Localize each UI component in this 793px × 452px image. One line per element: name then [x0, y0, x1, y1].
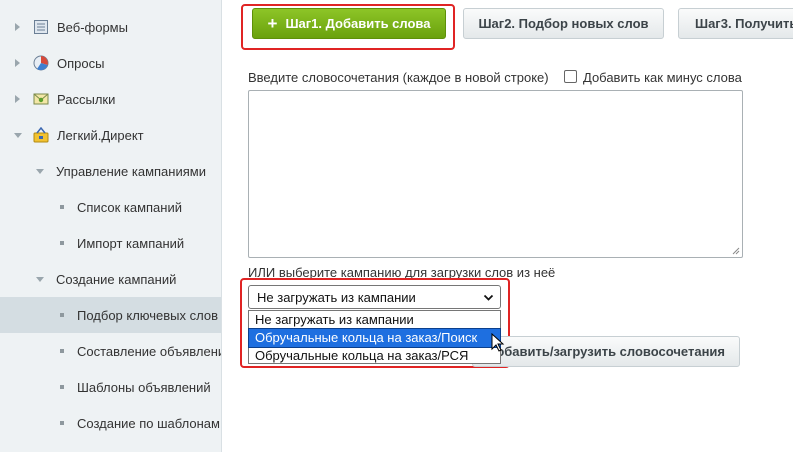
campaign-select[interactable]: Не загружать из кампании: [248, 285, 501, 309]
bullet-icon: [60, 349, 64, 353]
sidebar-item-easy-direct[interactable]: Легкий.Директ: [0, 117, 221, 153]
app-root: Веб-формы Опросы Рассылки Легкий.Директ …: [0, 0, 793, 452]
mouse-cursor-icon: [491, 333, 505, 352]
minus-words-label[interactable]: Добавить как минус слова: [583, 70, 742, 85]
sidebar-item-label: Импорт кампаний: [77, 235, 185, 251]
sidebar-item-label: Подбор ключевых слов: [77, 307, 219, 323]
plus-icon: +: [267, 13, 278, 33]
sidebar-item-label: Опросы: [57, 55, 105, 71]
step2-label: Шаг2. Подбор новых слов: [478, 16, 649, 31]
expand-arrow-icon[interactable]: [15, 95, 20, 103]
main-content: + Шаг1. Добавить слова Шаг2. Подбор новы…: [222, 0, 793, 452]
sidebar-item-polls[interactable]: Опросы: [0, 45, 221, 81]
sidebar-item-campaign-management[interactable]: Управление кампаниями: [0, 153, 221, 189]
step3-label: Шаг3. Получить: [695, 16, 793, 31]
collapse-arrow-icon[interactable]: [36, 169, 44, 174]
mail-icon: [33, 93, 49, 105]
expand-arrow-icon[interactable]: [15, 23, 20, 31]
step1-label: Шаг1. Добавить слова: [285, 16, 431, 31]
sidebar-item-create-from-templates[interactable]: Создание по шаблонам: [0, 405, 221, 441]
sidebar-item-label: Список кампаний: [77, 199, 182, 215]
form-icon: [34, 20, 48, 34]
resize-grip-icon[interactable]: [732, 247, 740, 255]
bullet-icon: [60, 385, 64, 389]
sidebar-item-mailings[interactable]: Рассылки: [0, 81, 221, 117]
bullet-icon: [60, 421, 64, 425]
sidebar-item-label: Легкий.Директ: [57, 127, 144, 143]
step3-get-button[interactable]: Шаг3. Получить: [678, 8, 793, 39]
minus-words-checkbox[interactable]: [564, 70, 577, 83]
collapse-arrow-icon[interactable]: [36, 277, 44, 282]
step1-add-words-button[interactable]: + Шаг1. Добавить слова: [252, 8, 446, 39]
phrases-textarea[interactable]: [248, 90, 743, 258]
sidebar-item-label: Рассылки: [57, 91, 116, 107]
campaign-dropdown-list: Не загружать из кампании Обручальные кол…: [248, 310, 501, 364]
add-load-phrases-label: Добавить/загрузить словосочетания: [486, 344, 725, 359]
campaign-option[interactable]: Обручальные кольца на заказ/РСЯ: [249, 347, 500, 365]
sidebar-item-campaign-list[interactable]: Список кампаний: [0, 189, 221, 225]
sidebar-item-label: Шаблоны объявлений: [77, 379, 211, 395]
sidebar-item-label: Создание по шаблонам: [77, 415, 220, 431]
chevron-down-icon: [483, 294, 494, 301]
sidebar-item-label: Управление кампаниями: [56, 163, 206, 179]
campaign-select-value: Не загружать из кампании: [257, 289, 416, 305]
sidebar-item-label: Создание кампаний: [56, 271, 177, 287]
sidebar-item-campaign-import[interactable]: Импорт кампаний: [0, 225, 221, 261]
collapse-arrow-icon[interactable]: [14, 133, 22, 138]
bullet-icon: [60, 205, 64, 209]
poll-icon: [33, 55, 49, 71]
sidebar: Веб-формы Опросы Рассылки Легкий.Директ …: [0, 0, 222, 452]
sidebar-item-campaign-creation[interactable]: Создание кампаний: [0, 261, 221, 297]
bullet-icon: [60, 241, 64, 245]
sidebar-item-ad-templates[interactable]: Шаблоны объявлений: [0, 369, 221, 405]
sidebar-item-keyword-selection[interactable]: Подбор ключевых слов: [0, 297, 221, 333]
sidebar-item-ad-composition[interactable]: Составление объявлений: [0, 333, 222, 369]
sidebar-item-label: Составление объявлений: [77, 343, 222, 359]
step2-new-words-button[interactable]: Шаг2. Подбор новых слов: [463, 8, 664, 39]
campaign-option[interactable]: Не загружать из кампании: [249, 311, 500, 329]
sidebar-item-web-forms[interactable]: Веб-формы: [0, 9, 221, 45]
campaign-option-highlighted[interactable]: Обручальные кольца на заказ/Поиск: [248, 328, 501, 348]
textarea-label: Введите словосочетания (каждое в новой с…: [248, 70, 549, 85]
bullet-icon: [60, 313, 64, 317]
add-load-phrases-button[interactable]: Добавить/загрузить словосочетания: [472, 336, 740, 367]
sidebar-item-label: Веб-формы: [57, 19, 128, 35]
direct-icon: [33, 127, 49, 143]
expand-arrow-icon[interactable]: [15, 59, 20, 67]
